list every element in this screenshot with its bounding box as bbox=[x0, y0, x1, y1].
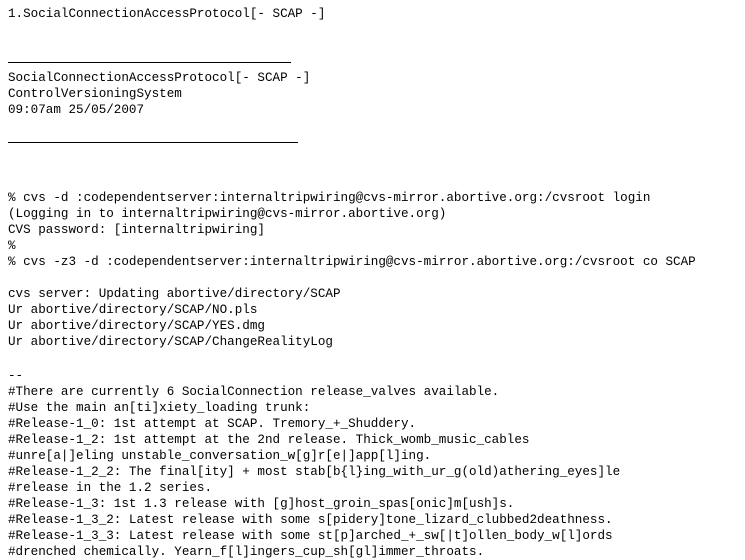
note-line: #release in the 1.2 series. bbox=[8, 481, 213, 495]
checkout-output-block: cvs server: Updating abortive/directory/… bbox=[8, 286, 745, 350]
cvs-login-notice: (Logging in to internaltripwiring@cvs-mi… bbox=[8, 207, 447, 221]
spacer-after-header-1 bbox=[8, 150, 745, 166]
spacer-before-checkout-output bbox=[8, 270, 745, 286]
header-timestamp: 09:07am 25/05/2007 bbox=[8, 103, 145, 117]
header-system-name: ControlVersioningSystem bbox=[8, 87, 182, 101]
note-line: #Use the main an[ti]xiety_loading trunk: bbox=[8, 401, 311, 415]
note-line: #There are currently 6 SocialConnection … bbox=[8, 385, 500, 399]
terminal-session-block: % cvs -d :codependentserver:internaltrip… bbox=[8, 190, 745, 270]
header-protocol-name: SocialConnectionAccessProtocol[- SCAP -] bbox=[8, 71, 311, 85]
spacer-after-header-2 bbox=[8, 166, 745, 182]
cvs-updating-line: cvs server: Updating abortive/directory/… bbox=[8, 287, 341, 301]
header-rule-bottom-icon bbox=[8, 141, 298, 143]
cvs-password-prompt: CVS password: [internaltripwiring] bbox=[8, 223, 265, 237]
note-line: #Release-1_3_2: Latest release with some… bbox=[8, 513, 613, 527]
cvs-login-command: % cvs -d :codependentserver:internaltrip… bbox=[8, 191, 651, 205]
note-line: #unre[a|]eling unstable_conversation_w[g… bbox=[8, 449, 432, 463]
note-line: #Release-1_3: 1st 1.3 release with [g]ho… bbox=[8, 497, 515, 511]
checkout-file-line: Ur abortive/directory/SCAP/NO.pls bbox=[8, 303, 258, 317]
release-notes-block: -- #There are currently 6 SocialConnecti… bbox=[8, 368, 745, 560]
header-rule-top-icon bbox=[8, 61, 291, 63]
spacer-before-notes-1 bbox=[8, 350, 745, 366]
note-line: #Release-1_2_2: The final[ity] + most st… bbox=[8, 465, 621, 479]
cvs-checkout-command: % cvs -z3 -d :codependentserver:internal… bbox=[8, 255, 696, 269]
checkout-file-line: Ur abortive/directory/SCAP/YES.dmg bbox=[8, 319, 265, 333]
spacer-after-title-2 bbox=[8, 38, 745, 54]
note-line: #Release-1_0: 1st attempt at SCAP. Tremo… bbox=[8, 417, 417, 431]
page-title: 1.SocialConnectionAccessProtocol[- SCAP … bbox=[8, 7, 326, 21]
header-rule-bottom-wrap bbox=[8, 134, 745, 150]
spacer-after-title bbox=[8, 22, 745, 38]
note-line: #drenched chemically. Yearn_f[l]ingers_c… bbox=[8, 545, 485, 559]
checkout-file-line: Ur abortive/directory/SCAP/ChangeReality… bbox=[8, 335, 333, 349]
spacer-before-bottom-rule bbox=[8, 118, 745, 134]
note-line: #Release-1_2: 1st attempt at the 2nd rel… bbox=[8, 433, 530, 447]
notes-separator: -- bbox=[8, 369, 24, 383]
cvs-bare-prompt: % bbox=[8, 239, 16, 253]
terminal-log-page: 1.SocialConnectionAccessProtocol[- SCAP … bbox=[0, 0, 745, 559]
header-rule-top-wrap bbox=[8, 54, 745, 70]
spacer-after-header-3 bbox=[8, 182, 745, 190]
note-line: #Release-1_3_3: Latest release with some… bbox=[8, 529, 613, 543]
